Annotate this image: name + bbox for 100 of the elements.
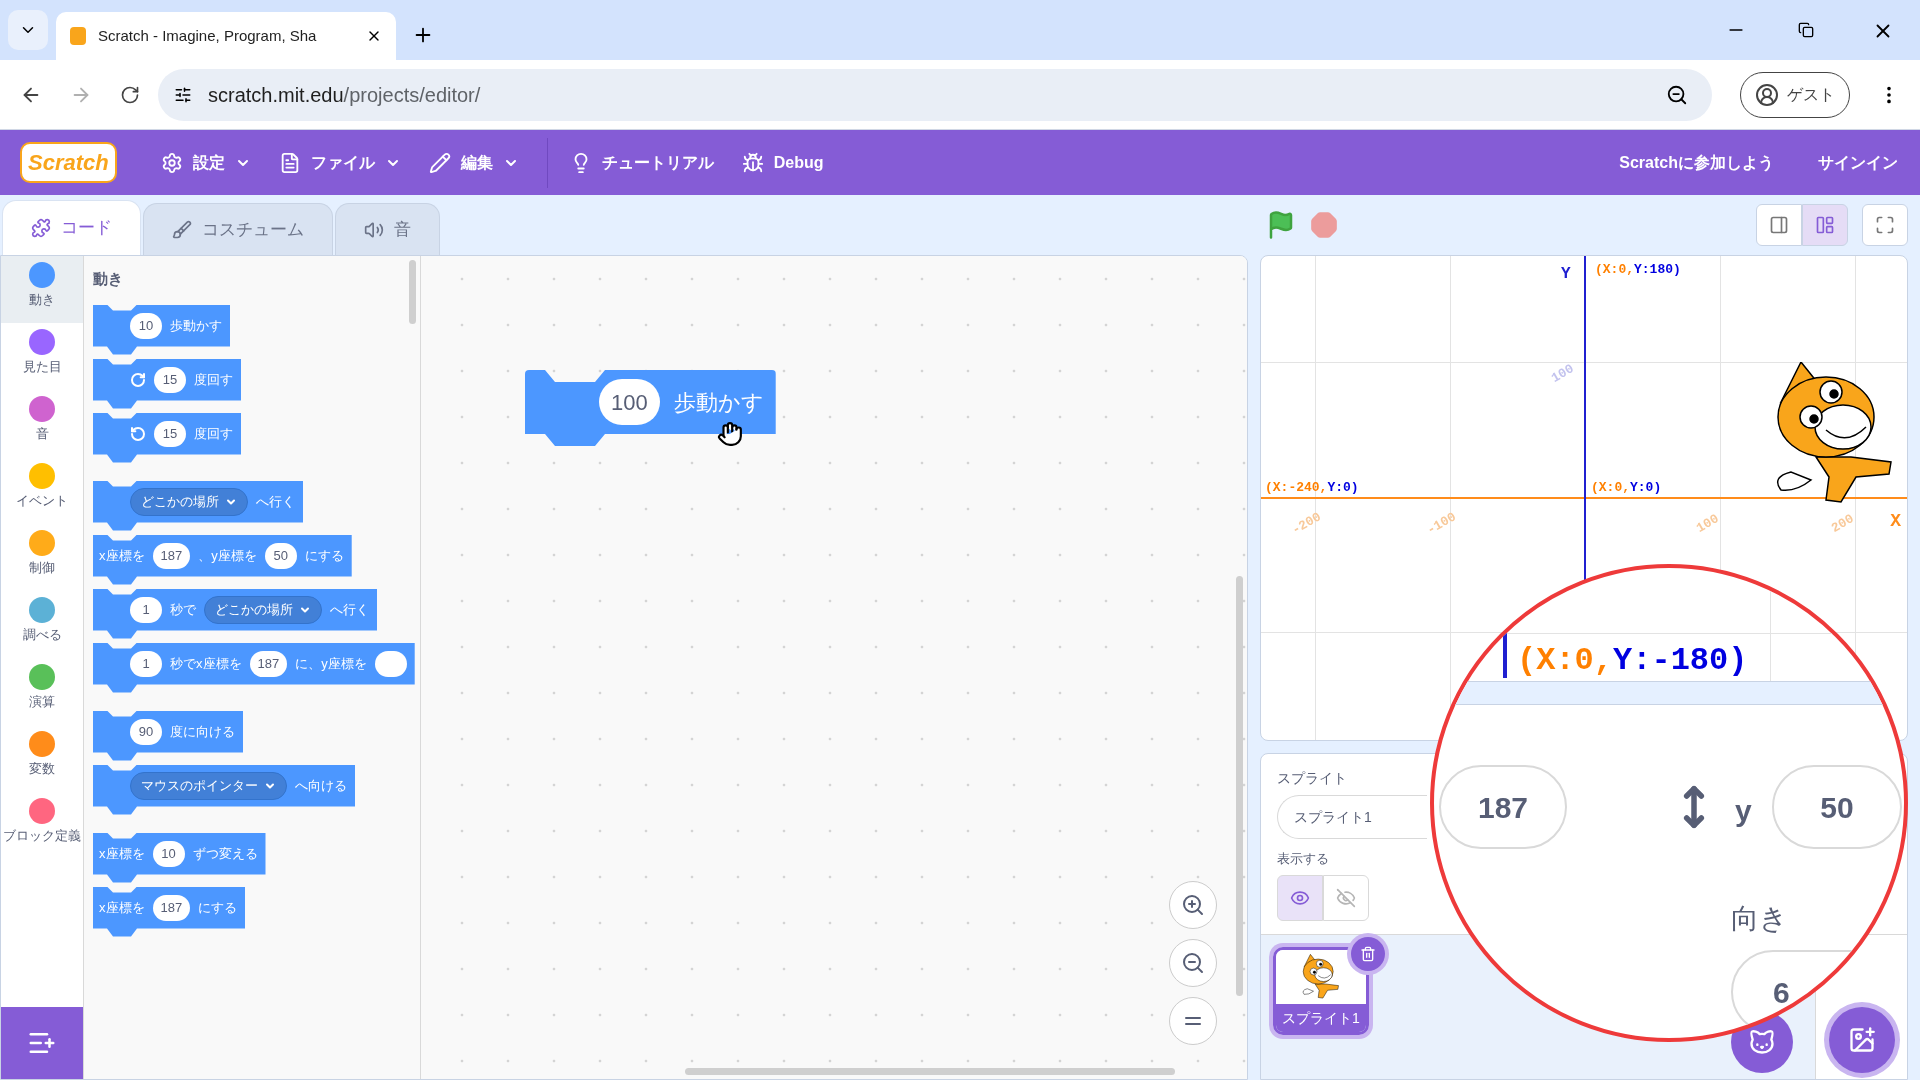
block-label: に、y座標を [295,654,367,673]
add-extension-button[interactable] [1,1007,83,1079]
number-input[interactable]: 10 [152,840,185,867]
category-button[interactable]: 音 [1,390,83,457]
number-input[interactable]: 15 [154,366,186,393]
cat-icon [1748,1028,1776,1056]
coordinate-label: (X:-240,Y:0) [1265,479,1359,497]
code-block[interactable]: 90 度に向ける [93,710,243,761]
menu-item[interactable]: 設定 [160,150,251,175]
code-block[interactable]: x座標を 187 にする [93,886,246,937]
hand-cursor-icon [717,421,743,447]
menu-item[interactable]: Debug [741,150,824,175]
number-input[interactable]: 15 [154,420,186,447]
block-label: x座標を [99,844,145,863]
reset-zoom-button[interactable] [1169,997,1217,1045]
zoom-out-button[interactable] [1169,939,1217,987]
code-icon [31,218,51,238]
number-input[interactable]: 100 [599,379,660,425]
sign-in-link[interactable]: サインイン [1818,150,1898,175]
block-label: ずつ変える [192,844,258,863]
block-label: 歩動かす [170,316,222,335]
menu-item[interactable]: チュートリアル [569,150,714,175]
code-block[interactable]: 15 度回す [93,412,241,463]
category-button[interactable]: ブロック定義 [1,792,83,859]
sound-icon [364,219,384,240]
join-link[interactable]: Scratchに参加しよう [1619,150,1774,175]
zoom-in-button[interactable] [1169,881,1217,929]
number-input[interactable]: 1 [130,650,162,677]
block-label: へ行く [256,492,295,511]
x-value-field[interactable]: 187 [1439,765,1567,849]
number-input[interactable] [374,650,407,677]
code-block[interactable]: x座標を 187 、y座標を 50 にする [93,534,352,585]
block-label: 秒でx座標を [170,654,242,673]
editor-tab[interactable]: コスチューム [143,203,333,255]
category-button[interactable]: 動き [1,256,83,323]
debug-icon [741,151,764,174]
fullscreen-icon [1875,215,1895,235]
code-block[interactable]: 1 秒でx座標を 187 に、y座標を [93,642,415,693]
scrollbar[interactable] [409,260,416,324]
code-block[interactable]: どこかの場所 へ行く [93,480,303,531]
code-block[interactable]: x座標を 10 ずつ変える [93,832,266,883]
code-block[interactable]: マウスのポインター へ向ける [93,764,355,815]
dropdown-menu[interactable]: マウスのポインター [130,771,287,800]
small-stage-button[interactable] [1756,204,1802,246]
block-label: へ行く [330,600,369,619]
coordinate-label: (X:0,Y:180) [1595,261,1681,279]
site-info-icon[interactable] [174,85,192,104]
number-input[interactable]: 1 [130,596,162,623]
code-block[interactable]: 1 秒で どこかの場所 へ行く [93,588,377,639]
scratch-favicon-icon [70,27,86,45]
number-input[interactable]: 90 [130,718,162,745]
dropdown-menu[interactable]: どこかの場所 [130,487,248,516]
edit-icon [428,151,451,174]
zoom-icon[interactable] [1666,83,1688,106]
number-input[interactable]: 10 [130,312,162,339]
number-input[interactable]: 50 [264,542,297,569]
number-input[interactable]: 187 [152,542,191,569]
y-value-field[interactable]: 50 [1772,765,1902,849]
restore-icon[interactable] [1798,22,1814,38]
menu-item[interactable]: 編集 [428,150,519,175]
category-button[interactable]: 変数 [1,725,83,792]
code-block[interactable]: 10 歩動かす [93,304,230,355]
block-label: x座標を [99,546,145,565]
show-button[interactable] [1277,874,1323,921]
trash-icon [1360,946,1376,962]
zoom-in-icon [1181,893,1205,917]
axis-tick-label: 100 [1692,510,1723,538]
editor-tab[interactable]: 音 [335,203,440,255]
block-label: 度回す [194,370,233,389]
block-label: 歩動かす [673,388,764,417]
editor-tab[interactable]: コード [2,200,141,255]
number-input[interactable]: 187 [249,650,288,677]
normal-stage-icon [1815,215,1835,235]
axis-tick-label: 100 [1547,360,1578,388]
category-button[interactable]: イベント [1,457,83,524]
category-button[interactable]: 演算 [1,658,83,725]
scrollbar[interactable] [685,1068,1175,1075]
show-label: 表示する [1277,850,1329,868]
browser-tab[interactable]: Scratch - Imagine, Program, Sha [56,12,396,60]
block-label: 度に向ける [170,722,235,741]
category-button[interactable]: 調べる [1,591,83,658]
number-input[interactable]: 187 [152,894,191,921]
category-button[interactable]: 制御 [1,524,83,591]
code-block[interactable]: 100 歩動かす [525,370,776,446]
reload-icon[interactable] [120,84,140,105]
url-text: scratch.mit.edu/projects/editor/ [208,82,482,108]
block-label: 秒で [170,600,196,619]
scrollbar[interactable] [1236,576,1243,996]
address-bar[interactable]: scratch.mit.edu/projects/editor/ [158,68,1712,121]
menu-item[interactable]: ファイル [278,150,401,175]
axis-tick-label: -200 [1288,508,1325,540]
block-label: へ向ける [295,776,347,795]
image-plus-icon [1847,1026,1876,1054]
code-block[interactable]: 15 度回す [93,358,241,409]
dropdown-menu[interactable]: どこかの場所 [204,595,322,624]
category-button[interactable]: 見た目 [1,323,83,390]
normal-stage-button[interactable] [1802,204,1848,246]
y-label: y [1735,793,1752,829]
small-stage-icon [1769,215,1789,235]
axis-tick-label: -100 [1423,508,1460,540]
